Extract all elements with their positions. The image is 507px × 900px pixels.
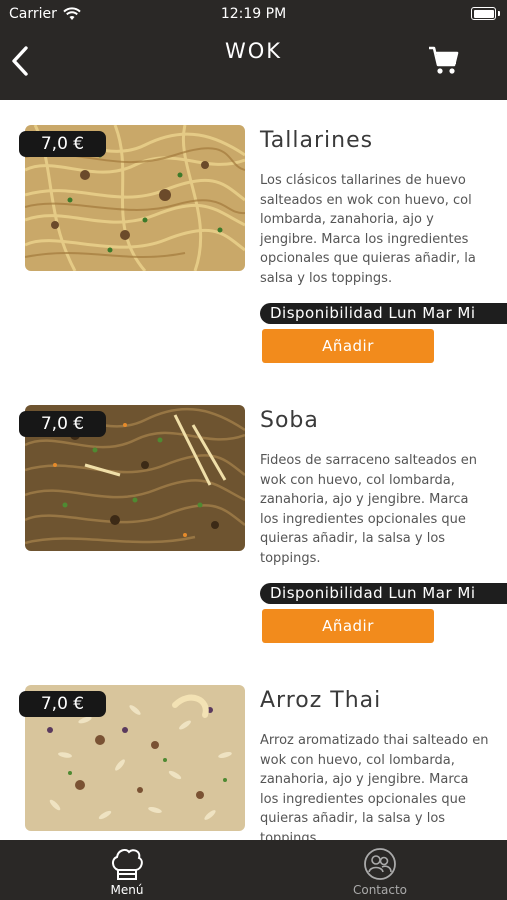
product-name: Arroz Thai	[260, 688, 382, 713]
price-tag: 7,0 €	[19, 411, 106, 437]
tab-menu-label: Menú	[110, 883, 144, 897]
status-bar: Carrier 12:19 PM	[0, 0, 507, 30]
tab-contact[interactable]: Contacto	[300, 840, 460, 900]
battery-icon	[471, 7, 496, 20]
tab-bar: Menú Contacto	[0, 840, 507, 900]
product-description: Los clásicos tallarines de huevo saltead…	[260, 173, 476, 286]
nav-bar: WOK	[0, 30, 507, 100]
product-name: Soba	[260, 408, 319, 433]
product-card: 7,0 € Arroz Thai Arroz aromatizado thai …	[0, 660, 507, 840]
product-list[interactable]: 7,0 € Tallarines Los clásicos tallarines…	[0, 100, 507, 840]
product-name: Tallarines	[260, 128, 374, 153]
chef-hat-icon	[112, 848, 143, 880]
battery-tip	[498, 11, 500, 16]
price-tag: 7,0 €	[19, 131, 106, 157]
availability-badge: Disponibilidad Lun Mar Mi	[260, 303, 507, 324]
shopping-cart-icon[interactable]	[428, 44, 460, 76]
product-description: Arroz aromatizado thai salteado en wok c…	[260, 733, 489, 840]
tab-contact-label: Contacto	[352, 883, 408, 897]
availability-badge: Disponibilidad Lun Mar Mi	[260, 583, 507, 604]
price-tag: 7,0 €	[19, 691, 106, 717]
product-description: Fideos de sarraceno salteados en wok con…	[260, 453, 478, 566]
add-button[interactable]: Añadir	[262, 609, 434, 643]
product-card: 7,0 € Tallarines Los clásicos tallarines…	[0, 100, 507, 380]
add-button[interactable]: Añadir	[262, 329, 434, 363]
contact-users-icon	[364, 848, 396, 880]
header: Carrier 12:19 PM WOK	[0, 0, 507, 100]
product-card: 7,0 € Soba Fideos de sarraceno salteados…	[0, 380, 507, 660]
status-time: 12:19 PM	[220, 6, 287, 22]
tab-menu[interactable]: Menú	[47, 840, 207, 900]
